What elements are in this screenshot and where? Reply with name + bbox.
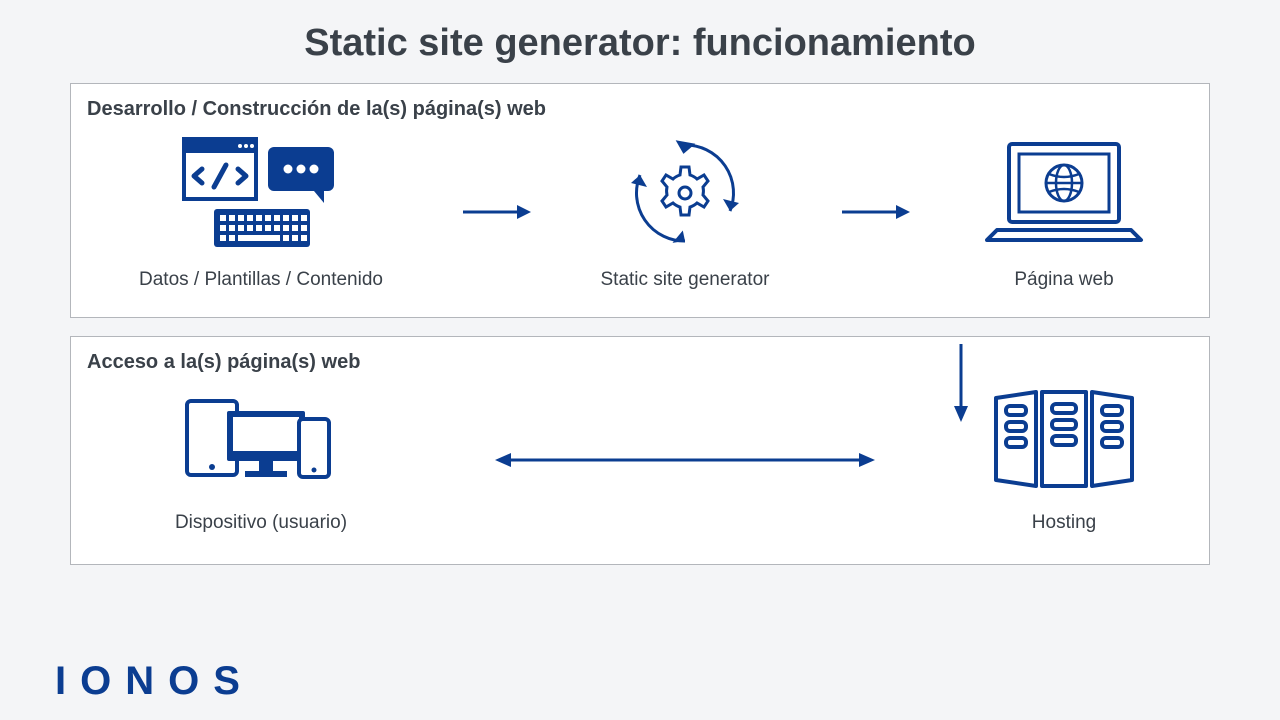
brand-logo: IONOS (55, 659, 254, 704)
step-generator: Static site generator (570, 133, 800, 291)
arrow-down-icon (951, 344, 971, 422)
panel-access: Acceso a la(s) página(s) web (70, 336, 1210, 565)
panel-development: Desarrollo / Construcción de la(s) págin… (70, 83, 1210, 318)
step-generator-label: Static site generator (601, 269, 770, 291)
node-device-label: Dispositivo (usuario) (175, 512, 347, 534)
step-webpage-label: Página web (1014, 269, 1113, 291)
laptop-globe-icon (979, 133, 1149, 253)
code-keyboard-chat-icon (176, 133, 346, 253)
arrow-right-icon (461, 200, 531, 224)
devices-icon (181, 386, 341, 496)
gear-cycle-icon (620, 133, 750, 253)
page-title: Static site generator: funcionamiento (0, 0, 1280, 83)
panel-development-row: Datos / Plantillas / Contenido (71, 125, 1209, 317)
step-data-templates: Datos / Plantillas / Contenido (101, 133, 421, 291)
panel-development-heading: Desarrollo / Construcción de la(s) págin… (71, 84, 1209, 125)
step-data-label: Datos / Plantillas / Contenido (139, 269, 383, 291)
panel-access-heading: Acceso a la(s) página(s) web (71, 337, 1209, 378)
node-device: Dispositivo (usuario) (101, 386, 421, 534)
arrow-right-icon (840, 200, 910, 224)
node-hosting-label: Hosting (1032, 512, 1096, 534)
node-hosting: Hosting (949, 386, 1179, 534)
arrow-bidirectional-icon (421, 448, 949, 472)
step-webpage: Página web (949, 133, 1179, 291)
panel-access-row: Dispositivo (usuario) (71, 378, 1209, 564)
server-icon (984, 386, 1144, 496)
